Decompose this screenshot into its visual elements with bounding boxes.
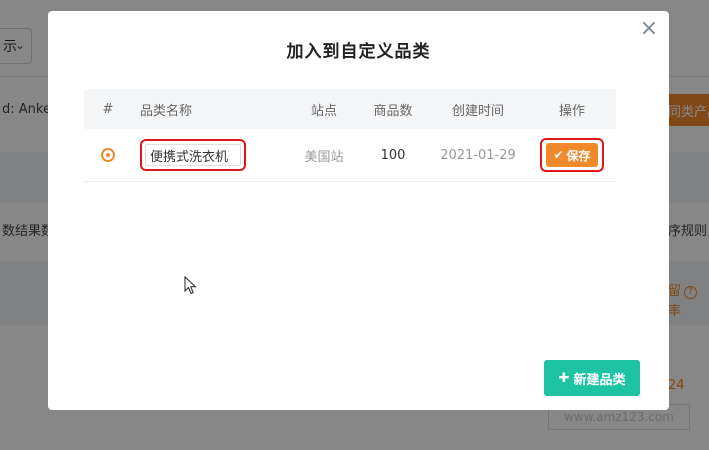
row-select-cell: [84, 148, 132, 163]
product-count-cell: 100: [380, 147, 406, 163]
plus-icon: ✚: [558, 370, 570, 386]
name-highlight-box: [140, 139, 246, 171]
column-header-name: 品类名称: [140, 103, 193, 119]
save-button[interactable]: ✔ 保存: [546, 143, 598, 167]
close-icon[interactable]: ×: [639, 18, 659, 40]
save-button-label: 保存: [566, 148, 591, 163]
dialog-title: 加入到自定义品类: [286, 42, 431, 62]
column-header-action: 操作: [558, 103, 585, 119]
category-name-input[interactable]: [145, 144, 241, 166]
new-category-label: 新建品类: [573, 372, 626, 388]
new-category-button[interactable]: ✚ 新建品类: [544, 360, 640, 396]
category-name-cell: [132, 139, 290, 171]
table-row: 美国站 100 2021-01-29 ✔ 保存: [84, 129, 616, 182]
site-cell: 美国站: [304, 149, 344, 165]
screen: 示 ⌄ d: Anke 同类产品 数结果数 序规则 留? 率 24 www.am…: [0, 0, 709, 450]
action-cell: ✔ 保存: [528, 138, 616, 172]
created-date-cell: 2021-01-29: [440, 147, 516, 163]
table-header: # 品类名称 站点 商品数 创建时间 操作: [84, 89, 616, 129]
column-header-site: 站点: [310, 103, 337, 119]
check-icon: ✔: [553, 148, 564, 162]
add-to-category-dialog: 加入到自定义品类 × # 品类名称 站点 商品数 创建时间 操作 便携式洗衣机 …: [48, 11, 669, 410]
save-highlight-box: ✔ 保存: [540, 138, 604, 172]
row-radio-selected[interactable]: [101, 148, 115, 162]
mouse-pointer-icon: [184, 276, 197, 295]
category-table: # 品类名称 站点 商品数 创建时间 操作 美国站 100 2021-01-2: [84, 89, 616, 182]
column-header-created: 创建时间: [451, 103, 504, 119]
column-header-count: 商品数: [373, 103, 413, 119]
column-header-index: #: [102, 101, 114, 117]
